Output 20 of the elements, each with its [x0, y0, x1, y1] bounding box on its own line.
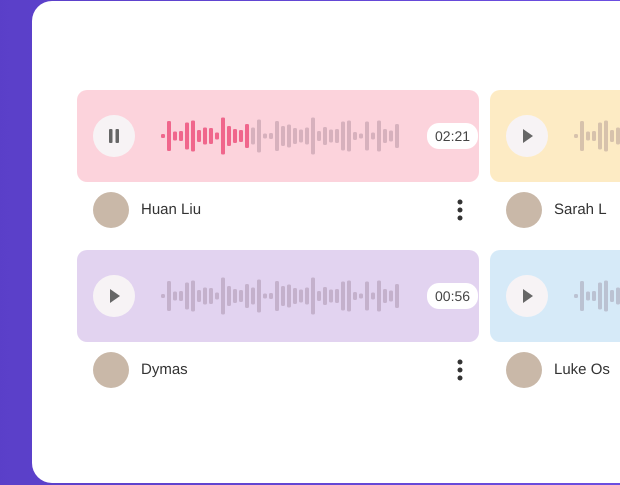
user-name: Dymas [141, 361, 188, 378]
user-name: Huan Liu [141, 201, 202, 218]
avatar [93, 192, 129, 228]
user-name: Sarah L [554, 201, 607, 218]
play-icon [520, 128, 534, 144]
avatar [93, 352, 129, 388]
play-button[interactable] [506, 115, 548, 157]
duration-label: 00:56 [427, 283, 478, 309]
more-icon[interactable] [457, 358, 463, 380]
play-button[interactable] [93, 275, 135, 317]
user-name: Luke Os [554, 361, 610, 378]
more-icon[interactable] [457, 198, 463, 220]
play-icon [107, 288, 121, 304]
duration-label: 02:21 [427, 123, 478, 149]
play-icon [520, 288, 534, 304]
avatar [506, 352, 542, 388]
avatar [506, 192, 542, 228]
play-button[interactable] [506, 275, 548, 317]
pause-button[interactable] [93, 115, 135, 157]
pause-icon [107, 128, 121, 144]
